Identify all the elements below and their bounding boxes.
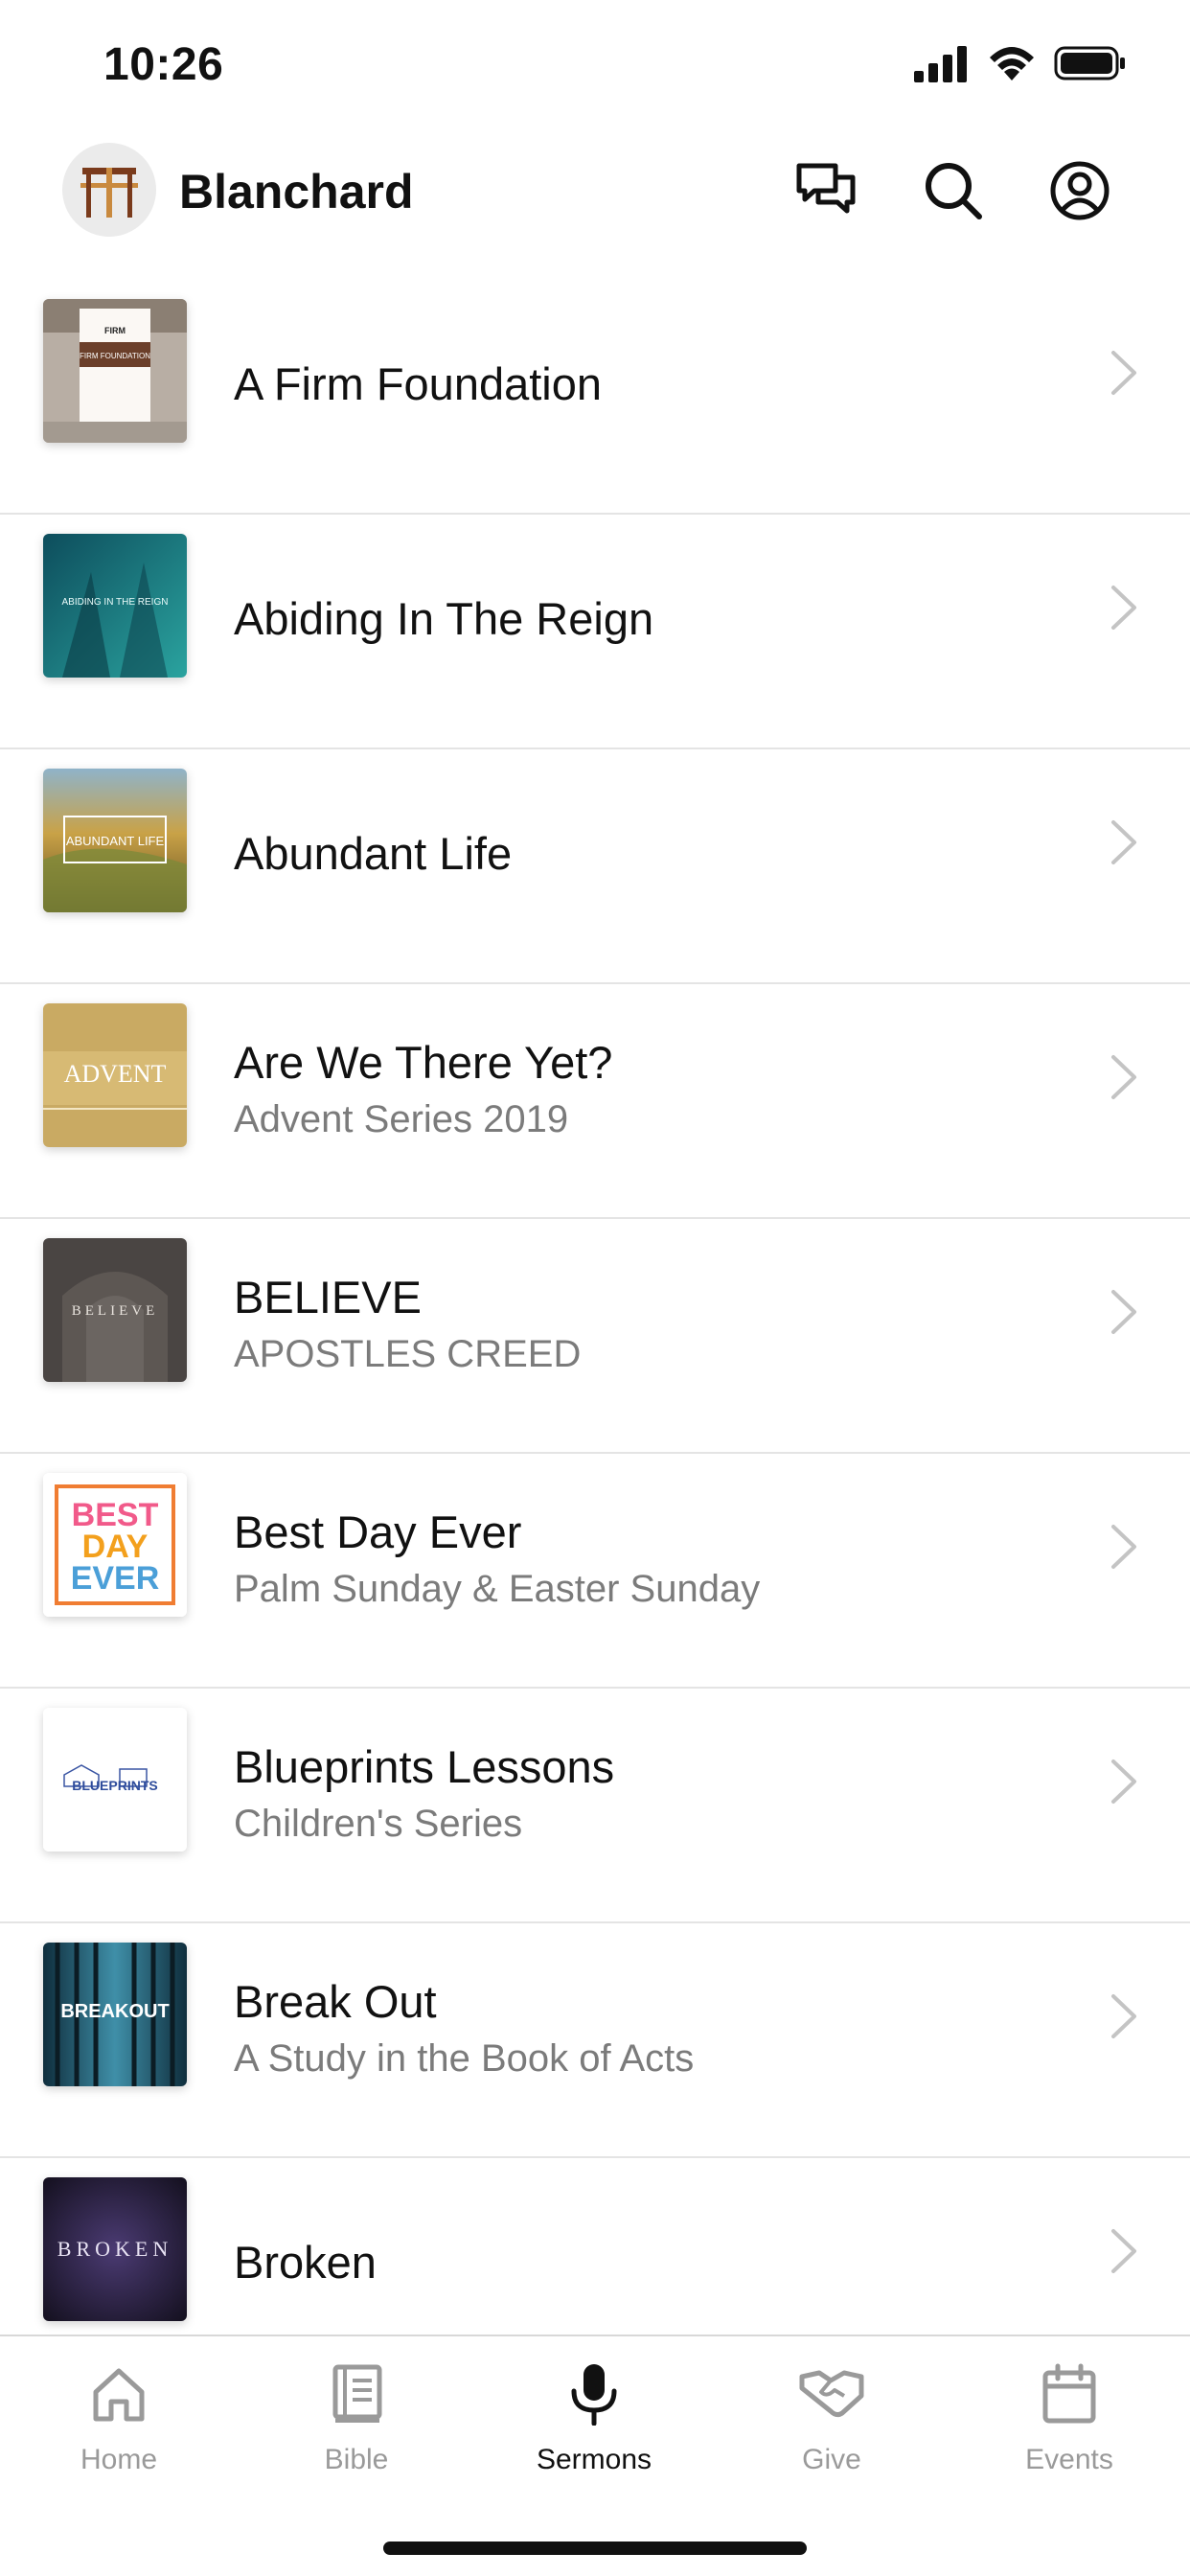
church-logo bbox=[62, 143, 156, 237]
sermon-title: Best Day Ever bbox=[234, 1506, 522, 1558]
sermon-text: Broken bbox=[234, 2158, 1075, 2335]
sermon-text: Break Out A Study in the Book of Acts bbox=[234, 1923, 1075, 2156]
svg-text:EVER: EVER bbox=[71, 1560, 160, 1597]
sermon-title: Break Out bbox=[234, 1976, 437, 2028]
home-indicator bbox=[383, 2542, 807, 2555]
profile-button[interactable] bbox=[1045, 156, 1114, 225]
sermon-text: BELIEVE APOSTLES CREED bbox=[234, 1219, 1075, 1452]
sermon-thumbnail: FIRM FIRM FOUNDATION bbox=[43, 299, 187, 443]
chevron-right-icon bbox=[1111, 1525, 1136, 1569]
search-icon bbox=[926, 163, 982, 219]
sermon-text: A Firm Foundation bbox=[234, 280, 1075, 513]
tab-give[interactable]: Give bbox=[736, 2359, 927, 2494]
bible-icon bbox=[332, 2364, 382, 2423]
sermon-row[interactable]: BLUEPRINTS Blueprints Lessons Children's… bbox=[0, 1689, 1190, 1923]
calendar-icon bbox=[1042, 2363, 1096, 2424]
church-name: Blanchard bbox=[179, 165, 414, 218]
svg-text:FIRM FOUNDATION: FIRM FOUNDATION bbox=[80, 352, 150, 360]
sermon-title: Are We There Yet? bbox=[234, 1037, 613, 1089]
sermon-thumbnail: BELIEVE bbox=[43, 1238, 187, 1382]
chevron-right-icon bbox=[1111, 1055, 1136, 1099]
chevron-right-icon bbox=[1111, 820, 1136, 864]
svg-text:ABIDING IN THE REIGN: ABIDING IN THE REIGN bbox=[62, 597, 169, 608]
sermon-row[interactable]: FIRM FIRM FOUNDATION A Firm Foundation bbox=[0, 280, 1190, 515]
tab-label: Sermons bbox=[536, 2444, 652, 2475]
status-icons bbox=[914, 44, 1127, 82]
sermon-thumbnail: ABIDING IN THE REIGN bbox=[43, 534, 187, 678]
chevron-right-icon bbox=[1111, 2229, 1136, 2273]
sermon-row[interactable]: ADVENT Are We There Yet? Advent Series 2… bbox=[0, 984, 1190, 1219]
sermon-title: BELIEVE bbox=[234, 1272, 422, 1323]
sermon-row[interactable]: ABUNDANT LIFE Abundant Life bbox=[0, 749, 1190, 984]
tab-home[interactable]: Home bbox=[23, 2359, 215, 2494]
sermon-title: Blueprints Lessons bbox=[234, 1741, 615, 1793]
status-time: 10:26 bbox=[103, 39, 224, 90]
sermon-row[interactable]: ABIDING IN THE REIGN Abiding In The Reig… bbox=[0, 515, 1190, 749]
svg-text:BLUEPRINTS: BLUEPRINTS bbox=[72, 1778, 157, 1793]
sermon-subtitle: Palm Sunday & Easter Sunday bbox=[234, 1567, 761, 1610]
sermon-title: Broken bbox=[234, 2236, 377, 2288]
sermon-list: FIRM FIRM FOUNDATION A Firm Foundation A… bbox=[0, 280, 1190, 2335]
tab-label: Events bbox=[1025, 2444, 1113, 2475]
tab-events[interactable]: Events bbox=[973, 2359, 1165, 2494]
home-icon bbox=[93, 2368, 145, 2422]
svg-text:BELIEVE: BELIEVE bbox=[72, 1303, 158, 1319]
sermon-thumbnail: BEST DAY EVER bbox=[43, 1473, 187, 1617]
sermon-subtitle: A Study in the Book of Acts bbox=[234, 2036, 695, 2080]
app-header: Blanchard bbox=[0, 129, 1190, 283]
tab-sermons[interactable]: Sermons bbox=[498, 2359, 690, 2494]
svg-text:ABUNDANT LIFE: ABUNDANT LIFE bbox=[66, 834, 165, 848]
sermon-subtitle: APOSTLES CREED bbox=[234, 1332, 582, 1375]
sermon-text: Best Day Ever Palm Sunday & Easter Sunda… bbox=[234, 1454, 1075, 1687]
tab-bar: Home Bible Sermons Give Events bbox=[0, 2334, 1190, 2576]
svg-text:BROKEN: BROKEN bbox=[57, 2237, 172, 2261]
sermon-text: Blueprints Lessons Children's Series bbox=[234, 1689, 1075, 1921]
chevron-right-icon bbox=[1111, 1994, 1136, 2038]
chevron-right-icon bbox=[1111, 1290, 1136, 1334]
sermon-text: Abundant Life bbox=[234, 749, 1075, 982]
sermon-subtitle: Children's Series bbox=[234, 1802, 523, 1845]
sermon-thumbnail: BLUEPRINTS bbox=[43, 1708, 187, 1852]
sermon-row[interactable]: BEST DAY EVER Best Day Ever Palm Sunday … bbox=[0, 1454, 1190, 1689]
search-button[interactable] bbox=[919, 156, 988, 225]
tab-bible[interactable]: Bible bbox=[261, 2359, 452, 2494]
sermon-row[interactable]: BROKEN Broken bbox=[0, 2158, 1190, 2335]
tab-label: Home bbox=[80, 2444, 158, 2475]
svg-text:BREAKOUT: BREAKOUT bbox=[60, 2001, 169, 2022]
sermon-title: Abundant Life bbox=[234, 827, 513, 879]
battery-icon bbox=[1054, 46, 1125, 80]
sermon-subtitle: Advent Series 2019 bbox=[234, 1097, 569, 1140]
sermon-text: Abiding In The Reign bbox=[234, 515, 1075, 748]
wifi-icon bbox=[990, 47, 1034, 80]
microphone-icon bbox=[571, 2364, 617, 2426]
sermon-row[interactable]: BREAKOUT Break Out A Study in the Book o… bbox=[0, 1923, 1190, 2158]
sermon-thumbnail: BREAKOUT bbox=[43, 1943, 187, 2086]
profile-icon bbox=[1050, 161, 1110, 220]
svg-text:ADVENT: ADVENT bbox=[64, 1060, 167, 1088]
chat-button[interactable] bbox=[791, 156, 860, 225]
status-bar: 10:26 bbox=[0, 0, 1190, 129]
sermon-title: Abiding In The Reign bbox=[234, 592, 654, 644]
sermon-thumbnail: BROKEN bbox=[43, 2177, 187, 2321]
chevron-right-icon bbox=[1111, 1760, 1136, 1804]
sermon-thumbnail: ADVENT bbox=[43, 1003, 187, 1147]
chevron-right-icon bbox=[1111, 351, 1136, 395]
sermon-row[interactable]: BELIEVE BELIEVE APOSTLES CREED bbox=[0, 1219, 1190, 1454]
signal-icon bbox=[914, 46, 967, 82]
svg-text:FIRM: FIRM bbox=[104, 326, 126, 335]
tab-label: Give bbox=[802, 2444, 861, 2475]
tab-label: Bible bbox=[324, 2444, 389, 2475]
chevron-right-icon bbox=[1111, 586, 1136, 630]
handshake-icon bbox=[799, 2370, 864, 2418]
sermon-text: Are We There Yet? Advent Series 2019 bbox=[234, 984, 1075, 1217]
sermon-title: A Firm Foundation bbox=[234, 357, 603, 409]
sermon-thumbnail: ABUNDANT LIFE bbox=[43, 769, 187, 912]
chat-icon bbox=[796, 163, 856, 214]
